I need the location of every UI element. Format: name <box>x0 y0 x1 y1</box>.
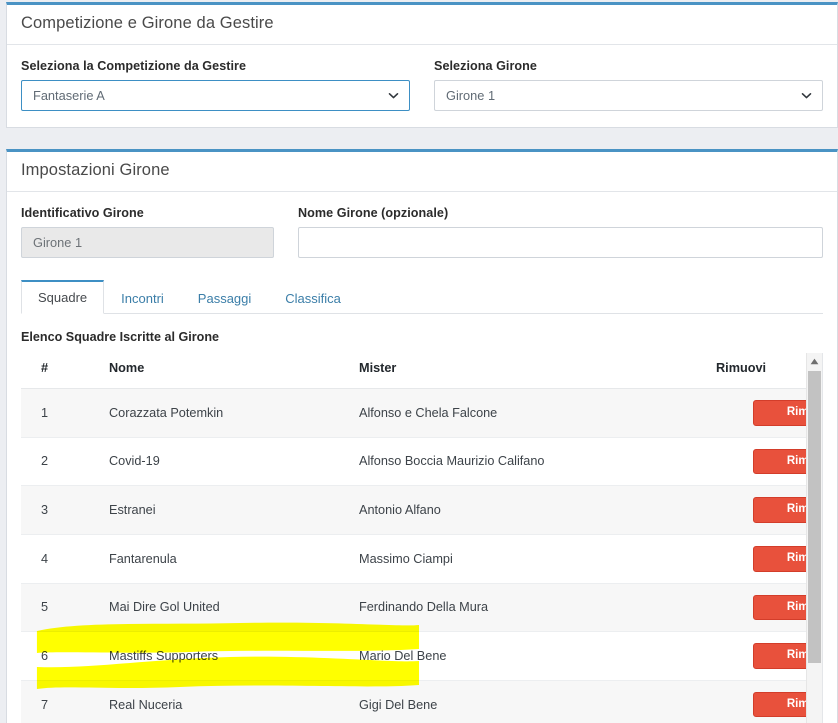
tab-passaggi[interactable]: Passaggi <box>181 282 268 314</box>
table-row: 5Mai Dire Gol UnitedFerdinando Della Mur… <box>21 583 823 632</box>
cell-num: 6 <box>21 632 103 681</box>
cell-mister: Alfonso e Chela Falcone <box>353 389 710 438</box>
cell-mister: Antonio Alfano <box>353 486 710 535</box>
cell-nome: Fantarenula <box>103 534 353 583</box>
competition-card-title: Competizione e Girone da Gestire <box>21 14 823 33</box>
tab-classifica-label: Classifica <box>285 291 341 306</box>
girone-settings-form-row: Identificativo Girone Nome Girone (opzio… <box>21 206 823 258</box>
teams-table-body: 1Corazzata PotemkinAlfonso e Chela Falco… <box>21 389 823 723</box>
competition-select-group: Seleziona la Competizione da Gestire Fan… <box>21 59 410 111</box>
table-row: 6Mastiffs SupportersMario Del BeneRimuov… <box>21 632 823 681</box>
girone-id-input[interactable] <box>21 227 274 258</box>
app-page: Competizione e Girone da Gestire Selezio… <box>0 0 838 723</box>
tab-incontri[interactable]: Incontri <box>104 282 181 314</box>
girone-select-group: Seleziona Girone Girone 1 <box>434 59 823 111</box>
teams-table-scroll-region[interactable]: # Nome Mister Rimuovi 1Corazzata Potemki… <box>21 353 823 723</box>
girone-settings-card-title: Impostazioni Girone <box>21 161 823 180</box>
table-row: 4FantarenulaMassimo CiampiRimuovi <box>21 534 823 583</box>
competition-card: Competizione e Girone da Gestire Selezio… <box>6 2 838 128</box>
tab-incontri-label: Incontri <box>121 291 164 306</box>
girone-name-group: Nome Girone (opzionale) <box>298 206 823 258</box>
cell-nome: Real Nuceria <box>103 680 353 723</box>
cell-nome: Estranei <box>103 486 353 535</box>
cell-mister: Alfonso Boccia Maurizio Califano <box>353 437 710 486</box>
girone-id-group: Identificativo Girone <box>21 206 274 258</box>
girone-settings-card: Impostazioni Girone Identificativo Giron… <box>6 149 838 723</box>
cell-mister: Ferdinando Della Mura <box>353 583 710 632</box>
cell-num: 2 <box>21 437 103 486</box>
cell-mister: Massimo Ciampi <box>353 534 710 583</box>
girone-settings-card-body: Identificativo Girone Nome Girone (opzio… <box>7 192 837 723</box>
competition-select[interactable]: Fantaserie A <box>21 80 410 111</box>
header-mister: Mister <box>353 353 710 389</box>
cell-nome: Mai Dire Gol United <box>103 583 353 632</box>
tab-squadre[interactable]: Squadre <box>21 280 104 314</box>
tab-classifica[interactable]: Classifica <box>268 282 358 314</box>
cell-nome: Mastiffs Supporters <box>103 632 353 681</box>
cell-num: 4 <box>21 534 103 583</box>
table-row: 2Covid-19Alfonso Boccia Maurizio Califan… <box>21 437 823 486</box>
scroll-up-arrow[interactable] <box>807 353 822 369</box>
girone-select[interactable]: Girone 1 <box>434 80 823 111</box>
girone-name-label: Nome Girone (opzionale) <box>298 206 823 220</box>
header-num: # <box>21 353 103 389</box>
cell-nome: Corazzata Potemkin <box>103 389 353 438</box>
table-row: 7Real NuceriaGigi Del BeneRimuovi <box>21 680 823 723</box>
tab-squadre-label: Squadre <box>38 290 87 305</box>
scroll-thumb[interactable] <box>808 371 821 663</box>
cell-num: 7 <box>21 680 103 723</box>
teams-table-header-row: # Nome Mister Rimuovi <box>21 353 823 389</box>
teams-table-scrollbar[interactable] <box>806 353 822 723</box>
cell-nome: Covid-19 <box>103 437 353 486</box>
girone-tabs: Squadre Incontri Passaggi Classifica <box>21 280 823 314</box>
competition-select-label: Seleziona la Competizione da Gestire <box>21 59 410 73</box>
teams-table-head: # Nome Mister Rimuovi <box>21 353 823 389</box>
girone-settings-card-header: Impostazioni Girone <box>7 152 837 192</box>
cell-num: 1 <box>21 389 103 438</box>
table-row: 1Corazzata PotemkinAlfonso e Chela Falco… <box>21 389 823 438</box>
cell-mister: Mario Del Bene <box>353 632 710 681</box>
teams-table-caption: Elenco Squadre Iscritte al Girone <box>21 330 823 344</box>
table-row: 3EstraneiAntonio AlfanoRimuovi <box>21 486 823 535</box>
girone-id-label: Identificativo Girone <box>21 206 274 220</box>
competition-form-row: Seleziona la Competizione da Gestire Fan… <box>21 59 823 111</box>
competition-select-value: Fantaserie A <box>33 88 105 103</box>
teams-table: # Nome Mister Rimuovi 1Corazzata Potemki… <box>21 353 823 723</box>
cell-num: 5 <box>21 583 103 632</box>
triangle-up-icon <box>810 358 819 365</box>
girone-select-value: Girone 1 <box>446 88 495 103</box>
header-nome: Nome <box>103 353 353 389</box>
girone-select-wrap: Girone 1 <box>434 80 823 111</box>
tab-passaggi-label: Passaggi <box>198 291 251 306</box>
cell-mister: Gigi Del Bene <box>353 680 710 723</box>
competition-card-body: Seleziona la Competizione da Gestire Fan… <box>7 45 837 127</box>
cell-num: 3 <box>21 486 103 535</box>
competition-card-header: Competizione e Girone da Gestire <box>7 5 837 45</box>
competition-select-wrap: Fantaserie A <box>21 80 410 111</box>
girone-name-input[interactable] <box>298 227 823 258</box>
girone-select-label: Seleziona Girone <box>434 59 823 73</box>
